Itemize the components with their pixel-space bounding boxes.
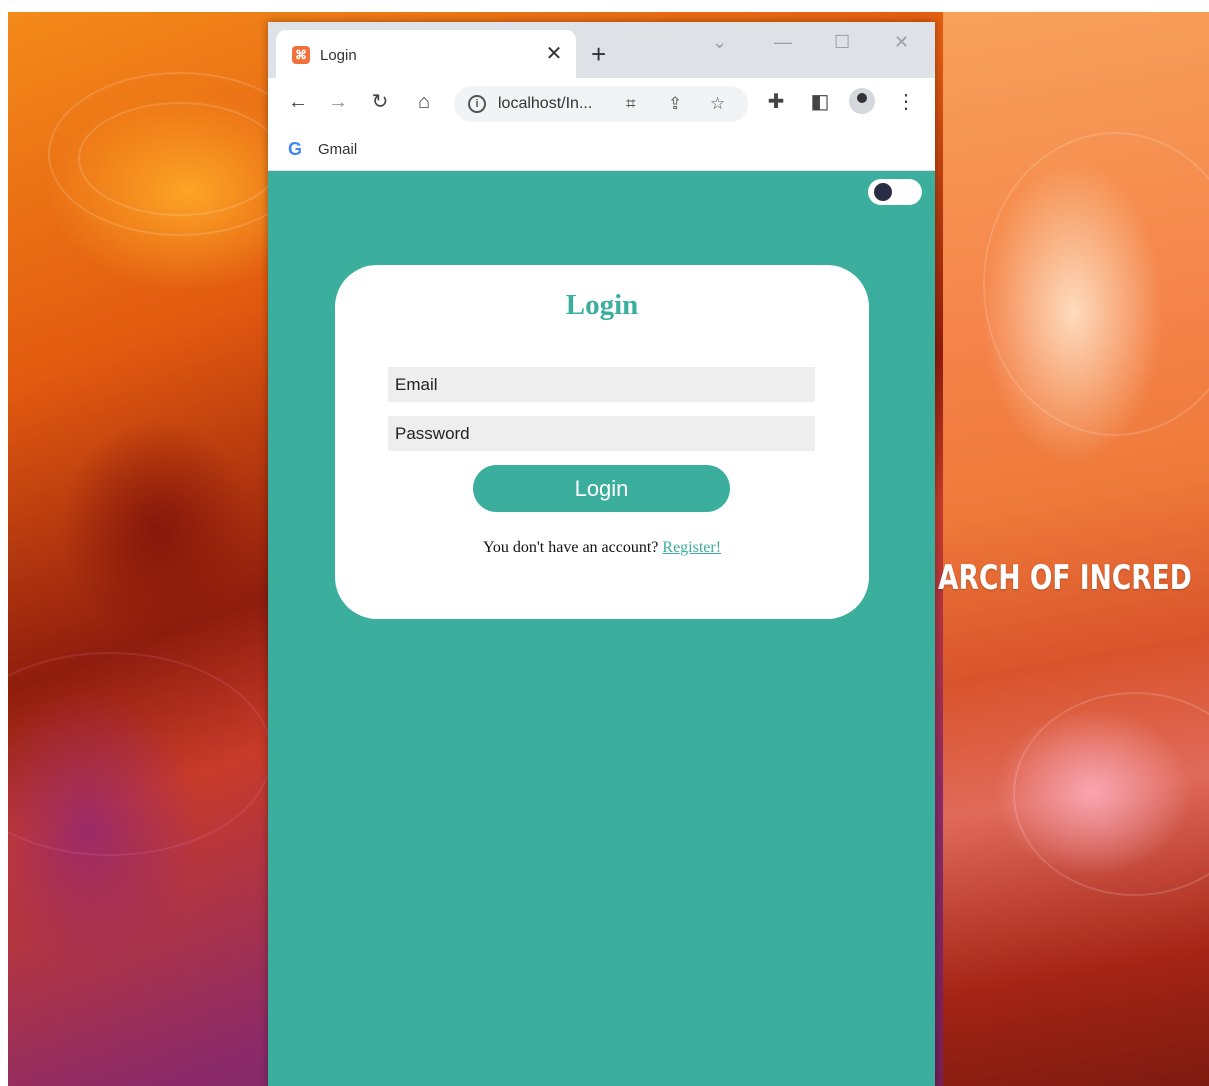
menu-icon[interactable]: ⋮	[894, 91, 918, 113]
browser-tab[interactable]: ⌘ Login ✕	[276, 30, 576, 78]
login-button[interactable]: Login	[473, 465, 730, 512]
new-tab-icon[interactable]: +	[591, 41, 606, 67]
reload-icon[interactable]: ↻	[368, 91, 392, 113]
theme-toggle[interactable]	[868, 179, 922, 205]
tab-strip: ⌘ Login ✕ + ⌄ — ☐ ✕	[268, 22, 935, 78]
xampp-icon: ⌘	[292, 46, 310, 64]
wallpaper-right-panel	[943, 12, 1209, 1086]
register-link[interactable]: Register!	[662, 539, 721, 556]
minimize-icon[interactable]: —	[774, 32, 792, 53]
profile-avatar-icon[interactable]	[849, 88, 875, 114]
wallpaper-caption: ARCH OF INCRED	[938, 558, 1192, 598]
forward-icon[interactable]: →	[326, 91, 350, 113]
side-panel-icon[interactable]: ◧	[808, 91, 832, 113]
login-card: Login Login You don't have an account? R…	[335, 265, 869, 619]
email-field[interactable]	[388, 367, 815, 402]
browser-window: ⌘ Login ✕ + ⌄ — ☐ ✕ ← → ↻ ⌂ i localhost/…	[268, 22, 935, 1086]
back-icon[interactable]: ←	[286, 91, 310, 113]
tab-title: Login	[320, 47, 357, 64]
address-url: localhost/In...	[498, 95, 593, 112]
maximize-icon[interactable]: ☐	[834, 32, 850, 53]
toggle-knob	[874, 183, 892, 201]
bookmark-star-icon[interactable]: ☆	[710, 94, 725, 114]
home-icon[interactable]: ⌂	[412, 91, 436, 113]
bookmark-gmail[interactable]: Gmail	[318, 141, 357, 158]
page-content: Login Login You don't have an account? R…	[268, 171, 935, 1086]
site-info-icon[interactable]: i	[468, 95, 486, 113]
bookmarks-bar: G Gmail	[268, 128, 935, 171]
close-window-icon[interactable]: ✕	[894, 32, 909, 53]
login-title: Login	[565, 289, 639, 321]
translate-icon[interactable]: ⌗	[626, 94, 636, 114]
extensions-icon[interactable]: ✚	[764, 91, 788, 113]
close-tab-icon[interactable]: ✕	[542, 42, 566, 66]
register-prompt-line: You don't have an account? Register!	[335, 539, 869, 557]
share-icon[interactable]: ⇪	[668, 94, 682, 114]
browser-toolbar: ← → ↻ ⌂ i localhost/In... ⌗ ⇪ ☆ ✚ ◧ ⋮	[268, 78, 935, 128]
google-icon: G	[288, 139, 303, 159]
password-field[interactable]	[388, 416, 815, 451]
address-bar[interactable]: i localhost/In... ⌗ ⇪ ☆	[454, 86, 748, 122]
tab-search-icon[interactable]: ⌄	[712, 32, 727, 53]
register-prompt: You don't have an account?	[482, 539, 659, 556]
